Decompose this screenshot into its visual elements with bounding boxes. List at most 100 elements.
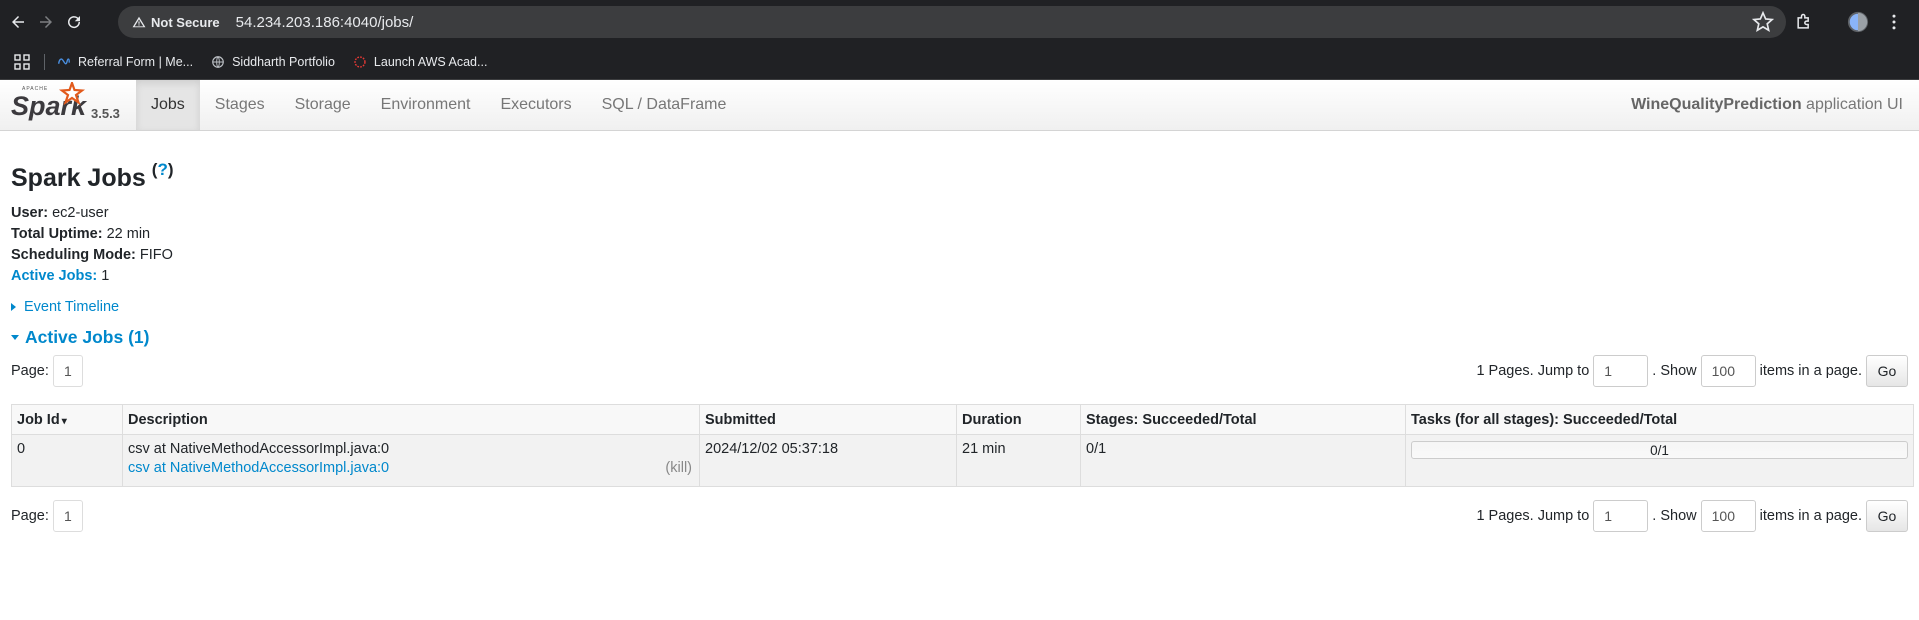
- tab-stages[interactable]: Stages: [200, 80, 280, 130]
- submitted-cell: 2024/12/02 05:37:18: [699, 434, 957, 487]
- app-title-suffix: application UI: [1801, 96, 1903, 113]
- caret-right-icon: [11, 303, 16, 311]
- jump-to-page-input[interactable]: 1: [1593, 355, 1649, 387]
- user-value: ec2-user: [48, 205, 109, 221]
- col-job-id[interactable]: Job Id ▾: [11, 404, 123, 435]
- pages-jump-label: 1 Pages. Jump to: [1476, 363, 1590, 379]
- mode-label: Scheduling Mode:: [11, 247, 136, 263]
- col-tasks[interactable]: Tasks (for all stages): Succeeded/Total: [1405, 404, 1914, 435]
- col-submitted[interactable]: Submitted: [699, 404, 957, 435]
- tasks-cell: 0/1: [1405, 434, 1914, 487]
- security-indicator[interactable]: Not Secure: [124, 10, 228, 34]
- tab-environment[interactable]: Environment: [366, 80, 486, 130]
- extensions-button[interactable]: [1792, 10, 1816, 34]
- bookmark-referral-form[interactable]: Referral Form | Me...: [57, 55, 193, 69]
- summary-user: User: ec2-user: [11, 203, 1908, 224]
- bookmark-star-icon[interactable]: [1752, 11, 1774, 33]
- arrow-left-icon: [12, 16, 24, 28]
- uptime-label: Total Uptime:: [11, 226, 103, 242]
- spark-navbar: APACHE Spark 3.5.3 Jobs Stages Storage E…: [0, 80, 1919, 131]
- stages-cell: 0/1: [1080, 434, 1406, 487]
- tab-storage[interactable]: Storage: [280, 80, 366, 130]
- event-timeline-toggle[interactable]: Event Timeline: [11, 299, 1908, 315]
- page-selector: Page: 1: [11, 500, 83, 532]
- browser-menu-button[interactable]: [1882, 10, 1906, 34]
- app-title: WineQualityPrediction application UI: [1631, 96, 1903, 114]
- description-wrap: csv at NativeMethodAccessorImpl.java:0 c…: [128, 441, 694, 476]
- page-size-input[interactable]: 100: [1700, 500, 1756, 532]
- url-text[interactable]: 54.234.203.186:4040/jobs/: [236, 14, 414, 31]
- tab-sql-dataframe[interactable]: SQL / DataFrame: [587, 80, 742, 130]
- jump-to-page-input[interactable]: 1: [1593, 500, 1649, 532]
- arrow-right-icon: [40, 16, 52, 28]
- globe-icon: [212, 55, 224, 68]
- browser-toolbar: Not Secure 54.234.203.186:4040/jobs/: [0, 0, 1919, 44]
- items-per-page-label: items in a page.: [1759, 363, 1862, 379]
- col-stages[interactable]: Stages: Succeeded/Total: [1080, 404, 1406, 435]
- summary-active-jobs[interactable]: Active Jobs: 1: [11, 266, 1908, 287]
- help-question-mark: ?: [157, 160, 168, 179]
- page-label: Page:: [11, 508, 49, 524]
- kebab-menu-icon: [1892, 14, 1896, 30]
- sort-desc-icon: ▾: [61, 415, 67, 427]
- summary-list: User: ec2-user Total Uptime: 22 min Sche…: [11, 203, 1908, 287]
- active-jobs-link[interactable]: Active Jobs:: [11, 268, 97, 284]
- aws-academy-icon: [354, 55, 366, 68]
- main-content: Spark Jobs (?) User: ec2-user Total Upti…: [0, 160, 1919, 534]
- go-button[interactable]: Go: [1866, 355, 1908, 387]
- warning-triangle-icon: [132, 16, 146, 28]
- show-label: . Show: [1652, 508, 1697, 524]
- avatar-icon: [1847, 11, 1869, 33]
- active-jobs-value: 1: [97, 268, 110, 284]
- page-number-button[interactable]: 1: [52, 500, 83, 532]
- active-jobs-toggle[interactable]: Active Jobs (1): [11, 327, 1908, 348]
- uptime-value: 22 min: [102, 226, 151, 242]
- bookmark-portfolio[interactable]: Siddharth Portfolio: [211, 55, 335, 69]
- puzzle-icon: [1797, 13, 1809, 29]
- description-cell: csv at NativeMethodAccessorImpl.java:0 c…: [122, 434, 700, 487]
- active-jobs-table: Job Id ▾ Description Submitted Duration S…: [11, 404, 1914, 487]
- summary-uptime: Total Uptime: 22 min: [11, 224, 1908, 245]
- spark-brand[interactable]: APACHE Spark 3.5.3: [0, 80, 136, 130]
- tasks-progress-label: 0/1: [1650, 442, 1669, 458]
- security-label: Not Secure: [151, 14, 220, 30]
- meta-icon: [58, 57, 70, 64]
- page-size-input[interactable]: 100: [1700, 355, 1756, 387]
- profile-avatar[interactable]: [1846, 10, 1870, 34]
- page-selector: Page: 1: [11, 355, 83, 387]
- page-label: Page:: [11, 363, 49, 379]
- tab-jobs[interactable]: Jobs: [136, 80, 200, 130]
- table-row: 0 csv at NativeMethodAccessorImpl.java:0…: [11, 434, 1914, 487]
- col-description[interactable]: Description: [122, 404, 700, 435]
- forward-button[interactable]: [33, 9, 59, 35]
- help-link[interactable]: (?): [152, 160, 174, 180]
- page-controls: 1 Pages. Jump to 1 . Show 100 items in a…: [1476, 500, 1908, 532]
- tab-executors[interactable]: Executors: [485, 80, 586, 130]
- address-bar[interactable]: Not Secure 54.234.203.186:4040/jobs/: [118, 6, 1786, 38]
- pages-jump-label: 1 Pages. Jump to: [1476, 508, 1590, 524]
- page-number-button[interactable]: 1: [52, 355, 83, 387]
- apps-grid-icon[interactable]: [14, 53, 30, 70]
- spark-logo: APACHE Spark: [11, 82, 88, 121]
- description-text: csv at NativeMethodAccessorImpl.java:0: [128, 441, 390, 457]
- page-title: Spark Jobs: [11, 164, 146, 192]
- duration-cell: 21 min: [956, 434, 1081, 487]
- reload-button[interactable]: [61, 9, 87, 35]
- show-label: . Show: [1652, 363, 1697, 379]
- bookmark-label: Referral Form | Me...: [78, 54, 194, 69]
- app-name: WineQualityPrediction: [1631, 96, 1802, 113]
- tasks-progress-bar: 0/1: [1411, 441, 1908, 459]
- pagination-bottom: Page: 1 1 Pages. Jump to 1 . Show 100 it…: [11, 498, 1908, 534]
- spark-version: 3.5.3: [91, 106, 120, 121]
- back-button[interactable]: [5, 9, 31, 35]
- bookmark-label: Siddharth Portfolio: [232, 54, 335, 69]
- caret-down-icon: [11, 335, 19, 340]
- kill-link[interactable]: (kill): [665, 460, 692, 476]
- page-title-row: Spark Jobs (?): [11, 160, 1908, 193]
- pagination-top: Page: 1 1 Pages. Jump to 1 . Show 100 it…: [11, 353, 1908, 389]
- go-button[interactable]: Go: [1866, 500, 1908, 532]
- bookmark-aws-academy[interactable]: Launch AWS Acad...: [353, 55, 487, 69]
- description-link[interactable]: csv at NativeMethodAccessorImpl.java:0: [128, 460, 694, 476]
- help-close-paren: ): [167, 160, 174, 179]
- col-duration[interactable]: Duration: [956, 404, 1081, 435]
